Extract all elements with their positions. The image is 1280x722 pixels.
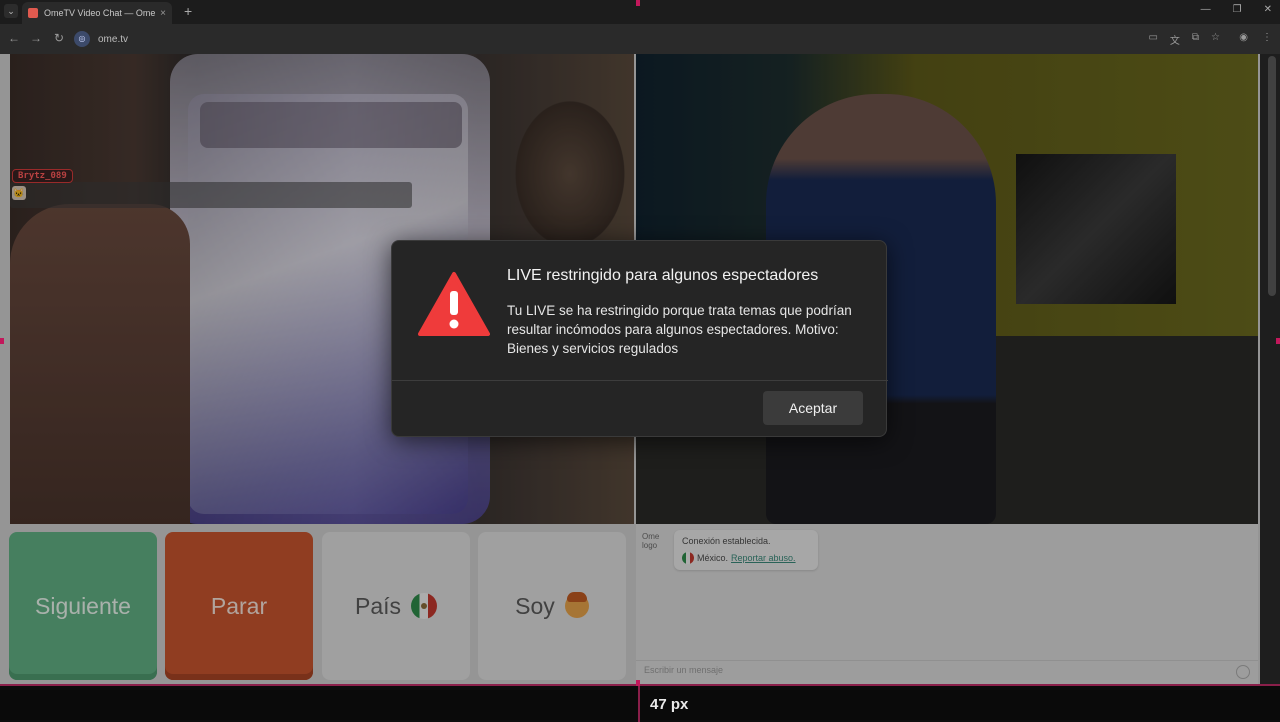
forward-button[interactable]: →	[30, 31, 42, 45]
warning-icon	[418, 272, 490, 336]
measure-bar: 47 px	[0, 684, 1280, 722]
bookmark-star-icon[interactable]: ☆	[1211, 32, 1220, 47]
new-tab-button[interactable]: +	[184, 3, 192, 19]
tab-close-icon[interactable]: ×	[160, 8, 166, 19]
url-text[interactable]: ome.tv	[98, 34, 128, 45]
guide-tick-left	[0, 338, 4, 344]
tab-search-icon[interactable]: ⌄	[4, 4, 18, 18]
measure-marker	[638, 686, 640, 722]
dialog-divider	[392, 380, 888, 381]
guide-tick-bottom	[636, 680, 640, 686]
site-info-icon[interactable]: ◎	[74, 31, 90, 47]
profile-actions: ◉ ⋮	[1239, 32, 1272, 43]
cast-icon[interactable]: ▭	[1148, 32, 1157, 47]
browser-tab[interactable]: OmeTV Video Chat — Ome ×	[22, 2, 172, 24]
favicon-icon	[28, 8, 38, 18]
omnibox[interactable]: ◎ ome.tv	[74, 28, 1134, 50]
tab-bar: ⌄ OmeTV Video Chat — Ome × + — ❐ ✕	[0, 0, 1280, 24]
restore-button[interactable]: ❐	[1233, 4, 1242, 15]
menu-kebab-icon[interactable]: ⋮	[1262, 32, 1272, 43]
window-controls: — ❐ ✕	[1201, 4, 1272, 15]
address-actions: ▭ 文 ⧉ ☆	[1148, 32, 1220, 47]
reload-button[interactable]: ↻	[54, 31, 64, 45]
tab-title: OmeTV Video Chat — Ome	[44, 8, 156, 18]
dialog-body: Tu LIVE se ha restringido porque trata t…	[507, 303, 852, 356]
restriction-dialog: LIVE restringido para algunos espectador…	[391, 240, 888, 437]
close-window-button[interactable]: ✕	[1264, 4, 1272, 15]
back-button[interactable]: ←	[8, 31, 20, 45]
translate-icon[interactable]: 文	[1170, 32, 1180, 47]
dialog-title: LIVE restringido para algunos espectador…	[507, 267, 819, 284]
accept-button[interactable]: Aceptar	[763, 391, 863, 425]
install-icon[interactable]: ⧉	[1192, 32, 1199, 47]
measure-label: 47 px	[650, 696, 689, 713]
guide-tick-top	[636, 0, 640, 6]
profile-icon[interactable]: ◉	[1239, 32, 1248, 43]
minimize-button[interactable]: —	[1201, 4, 1211, 15]
guide-tick-right	[1276, 338, 1280, 344]
address-bar: ← → ↻ ◎ ome.tv ▭ 文 ⧉ ☆ ◉ ⋮	[0, 24, 1280, 54]
